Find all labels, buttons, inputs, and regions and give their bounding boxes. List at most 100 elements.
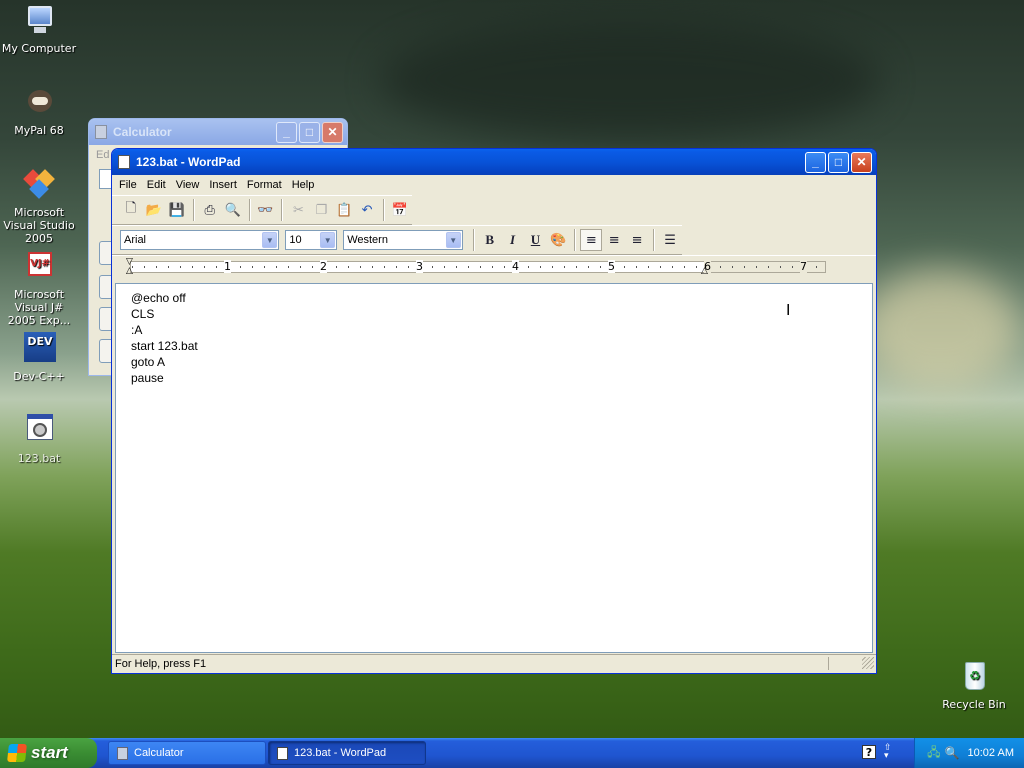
calculator-app-icon <box>95 125 107 139</box>
visual-studio-icon <box>22 168 56 202</box>
menu-edit[interactable]: Edit <box>142 179 171 191</box>
print-preview-icon[interactable]: 🔍 <box>222 199 244 221</box>
menu-view[interactable]: View <box>171 179 205 191</box>
menu-help[interactable]: Help <box>287 179 320 191</box>
document-line: goto A <box>131 355 166 369</box>
menu-bar: File Edit View Insert Format Help <box>112 175 876 195</box>
bold-icon[interactable]: B <box>479 229 501 251</box>
icon-label: Recycle Bin <box>942 698 1006 711</box>
cut-icon[interactable]: ✂ <box>287 199 309 221</box>
align-center-icon[interactable]: ≡ <box>603 229 625 251</box>
wordpad-titlebar[interactable]: 123.bat - WordPad _ □ ✕ <box>112 149 876 175</box>
calculator-app-icon <box>117 746 128 760</box>
hanging-indent-marker[interactable]: △ <box>126 266 133 276</box>
toolbar-separator <box>248 199 251 221</box>
taskbar-item-label: Calculator <box>134 747 184 759</box>
chevron-down-icon[interactable]: ▼ <box>445 232 461 248</box>
toolbar-separator <box>472 229 475 251</box>
document-line: pause <box>131 371 164 385</box>
calculator-title: Calculator <box>113 125 172 139</box>
system-tray: 🖧 🔍 10:02 AM <box>914 738 1024 768</box>
taskbar-item-label: 123.bat - WordPad <box>294 747 387 759</box>
taskbar: start Calculator 123.bat - WordPad ? ⇧ ▾ … <box>0 738 1024 768</box>
align-right-icon[interactable]: ≡ <box>626 229 648 251</box>
ruler[interactable]: 1 2 3 4 5 6 7 ▽ △ △ <box>112 255 876 277</box>
right-indent-marker[interactable]: △ <box>701 266 708 276</box>
calculator-titlebar[interactable]: Calculator _ □ ✕ <box>89 119 347 145</box>
new-document-icon[interactable]: 🗋 <box>120 199 142 221</box>
menu-format[interactable]: Format <box>242 179 287 191</box>
taskbar-item-wordpad[interactable]: 123.bat - WordPad <box>268 741 426 765</box>
toolbar-separator <box>192 199 195 221</box>
ruler-number: 2 <box>320 260 327 273</box>
maximize-button[interactable]: □ <box>299 121 320 143</box>
font-value: Arial <box>124 234 147 246</box>
script-value: Western <box>347 234 388 246</box>
color-palette-icon[interactable]: 🎨 <box>547 229 569 251</box>
document-line: start 123.bat <box>131 339 198 353</box>
computer-icon <box>22 4 56 38</box>
undo-icon[interactable]: ↶ <box>356 199 378 221</box>
desktop-icon-mypal[interactable]: MyPal 68 <box>0 86 79 137</box>
wordpad-window[interactable]: 123.bat - WordPad _ □ ✕ File Edit View I… <box>111 148 877 674</box>
toolbar-separator <box>653 229 656 251</box>
ruler-number: 7 <box>800 260 807 273</box>
desktop-icon-123-bat[interactable]: 123.bat <box>0 414 79 465</box>
menu-insert[interactable]: Insert <box>204 179 242 191</box>
chevron-down-icon[interactable]: ▼ <box>320 232 336 248</box>
icon-label: Dev-C++ <box>13 370 65 383</box>
desktop-icon-visual-j[interactable]: VJ# Microsoft Visual J# 2005 Exp... <box>0 250 79 327</box>
script-combo[interactable]: Western ▼ <box>343 230 463 250</box>
clock[interactable]: 10:02 AM <box>968 747 1014 759</box>
visual-j-icon: VJ# <box>22 250 56 284</box>
icon-label: MyPal 68 <box>14 124 64 137</box>
save-icon[interactable]: 💾 <box>166 199 188 221</box>
italic-icon[interactable]: I <box>502 229 524 251</box>
menu-file[interactable]: File <box>114 179 142 191</box>
close-button[interactable]: ✕ <box>851 151 872 173</box>
find-icon[interactable]: 👓 <box>255 199 277 221</box>
ruler-number: 4 <box>512 260 519 273</box>
help-icon[interactable]: ? <box>862 745 876 759</box>
desktop-icon-my-computer[interactable]: My Computer <box>0 4 79 55</box>
start-button[interactable]: start <box>0 738 97 768</box>
minimize-button[interactable]: _ <box>805 151 826 173</box>
desktop-icon-visual-studio[interactable]: Microsoft Visual Studio 2005 <box>0 168 79 245</box>
underline-icon[interactable]: U <box>525 229 547 251</box>
font-size-combo[interactable]: 10 ▼ <box>285 230 338 250</box>
wordpad-app-icon <box>118 155 130 169</box>
document-area[interactable]: @echo off CLS :A start 123.bat goto A pa… <box>115 283 873 653</box>
minimize-button[interactable]: _ <box>276 121 297 143</box>
standard-toolbar: 🗋 📂 💾 ⎙ 🔍 👓 ✂ ❐ 📋 ↶ 📅 <box>112 195 412 225</box>
wordpad-app-icon <box>277 746 288 760</box>
dev-cpp-icon: DEV <box>22 332 56 366</box>
desktop-icon-dev-cpp[interactable]: DEV Dev-C++ <box>0 332 79 383</box>
network-icon[interactable]: 🖧 <box>927 743 940 764</box>
ruler-number: 1 <box>224 260 231 273</box>
insert-date-time-icon[interactable]: 📅 <box>389 199 411 221</box>
document-line: :A <box>131 323 143 337</box>
maximize-button[interactable]: □ <box>828 151 849 173</box>
paste-icon[interactable]: 📋 <box>333 199 355 221</box>
copy-icon[interactable]: ❐ <box>310 199 332 221</box>
cloud-bright <box>860 270 1020 390</box>
open-folder-icon[interactable]: 📂 <box>143 199 165 221</box>
format-toolbar: Arial ▼ 10 ▼ Western ▼ B I U 🎨 ≡ ≡ ≡ ☰ <box>112 225 682 255</box>
raccoon-icon <box>22 86 56 120</box>
desktop-icon-recycle-bin[interactable]: ♻ Recycle Bin <box>934 660 1014 711</box>
chevron-down-icon[interactable]: ⇧ ▾ <box>884 744 892 761</box>
batch-file-icon <box>22 414 56 448</box>
search-icon[interactable]: 🔍 <box>945 746 960 760</box>
calculator-menu-partial[interactable]: Ed <box>96 149 109 161</box>
taskbar-item-calculator[interactable]: Calculator <box>108 741 266 765</box>
chevron-down-icon[interactable]: ▼ <box>262 232 278 248</box>
print-icon[interactable]: ⎙ <box>199 199 221 221</box>
wordpad-title: 123.bat - WordPad <box>136 155 241 169</box>
close-button[interactable]: ✕ <box>322 121 343 143</box>
icon-label: Microsoft Visual J# 2005 Exp... <box>7 288 71 327</box>
resize-grip-icon[interactable] <box>862 657 874 669</box>
recycle-bin-icon: ♻ <box>957 660 991 694</box>
font-combo[interactable]: Arial ▼ <box>120 230 280 250</box>
align-left-icon[interactable]: ≡ <box>580 229 603 251</box>
bullets-icon[interactable]: ☰ <box>659 229 681 251</box>
